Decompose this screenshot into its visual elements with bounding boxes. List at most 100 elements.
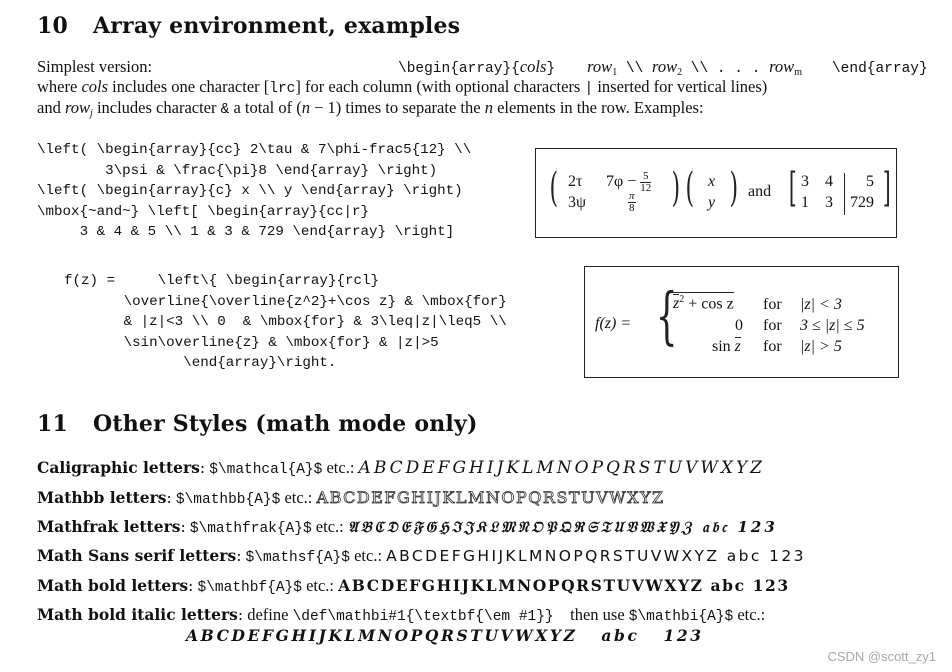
m2-r2: y [708, 194, 716, 211]
left-paren: ( [685, 165, 695, 211]
section-title: Array environment, examples [93, 13, 461, 39]
example1-code: \left( \begin{array}{cc} 2\tau & 7\phi-f… [37, 142, 472, 241]
m3-r2c2: 3 [825, 194, 833, 211]
watermark: CSDN @scott_zy1 [827, 649, 936, 664]
m3-r1c2: 4 [825, 173, 833, 190]
right-bracket: ] [882, 165, 891, 211]
n-var: n [484, 98, 493, 117]
etc-text: etc.: [322, 458, 359, 477]
text: where [37, 77, 82, 96]
fraktur-sample: 𝔄𝔅ℭ𝔇𝔈𝔉𝔊ℌℑ𝔍𝔎𝔏𝔐𝔑𝔒𝔓𝔔ℜ𝔖𝔗𝔘𝔙𝔚𝔛𝔜ℨ 𝔞𝔟𝔠 123 [347, 518, 778, 536]
lhs-f-of-z: f(z) = [595, 315, 632, 332]
style-label: Mathfrak letters [37, 517, 181, 536]
text: inserted for vertical lines) [593, 77, 768, 96]
case2-condition: 3 ≤ |z| ≤ 5 [800, 317, 865, 334]
style-row-mathbi: Math bold italic letters: define \def\ma… [37, 605, 766, 625]
then-text: then use [553, 605, 629, 624]
frac-pi-8: π8 [628, 191, 636, 214]
sin-term: sin [712, 338, 735, 355]
text: ] for each column (with optional charact… [295, 77, 585, 96]
code-begin: \begin{array}{ [398, 61, 520, 77]
style-command: $\mathsf{A}$ [245, 550, 350, 566]
style-row-mathsf: Math Sans serif letters: $\mathsf{A}$ et… [37, 546, 806, 566]
bold-italic-sample-row: ABCDEFGHIJKLMNOPQRSTUVWXYZ abc 123 [186, 626, 704, 646]
row-var: row [769, 57, 795, 76]
style-command: $\mathbi{A}$ [628, 609, 734, 625]
sans-serif-sample: ABCDEFGHIJKLMNOPQRSTUVWXYZ abc 123 [386, 547, 806, 565]
etc-text: etc.: [311, 517, 348, 536]
right-paren: ) [729, 165, 739, 211]
example1-render-box: ( 2τ 7φ − 5 12 3ψ π8 ) ( x y ) and [ 3 4 … [535, 148, 897, 238]
def-command: \def\mathbi#1{\textbf{\em #1}} [292, 609, 554, 625]
m1-r1c2-pre: 7φ − [606, 173, 641, 191]
m1-r2c1: 3ψ [568, 194, 587, 211]
style-label: Caligraphic letters [37, 458, 200, 477]
intro-syntax: \begin{array}{cols} row1 \\ row2 \\ . . .… [398, 57, 928, 78]
row-var: row [64, 98, 91, 117]
text: a total of ( [229, 98, 302, 117]
style-label: Math bold italic letters [37, 605, 238, 624]
style-row-mathbb: Mathbb letters: $\mathbb{A}$ etc.: ABCDE… [37, 488, 665, 508]
case3-for: for [763, 338, 782, 355]
row-sub: m [794, 67, 802, 78]
case2-expression: 0 [735, 317, 743, 334]
style-command: $\mathbf{A}$ [197, 580, 302, 596]
cols-var: cols [81, 77, 109, 96]
style-label: Math bold letters [37, 576, 189, 595]
case1-condition: |z| < 3 [800, 296, 842, 313]
code-close: } [546, 61, 556, 77]
case2-for: for [763, 317, 782, 334]
case3-condition: |z| > 5 [800, 338, 842, 355]
example2-code: f(z) = \left\{ \begin{array}{rcl} \overl… [64, 273, 507, 372]
denominator: 8 [629, 202, 635, 214]
text: elements in the row. Examples: [492, 98, 704, 117]
m3-r1c3: 5 [866, 173, 874, 190]
blackboard-sample: ABCDEFGHIJKLMNOPQRSTUVWXYZ [316, 488, 665, 508]
intro-label: Simplest version: [37, 57, 153, 76]
text: includes character [92, 98, 221, 117]
z-bar: z [734, 337, 741, 355]
style-row-mathbf: Math bold letters: $\mathbf{A}$ etc.: AB… [37, 576, 790, 596]
cols-var: cols [519, 57, 547, 76]
row-var: row [652, 57, 678, 76]
style-row-mathfrak: Mathfrak letters: $\mathfrak{A}$ etc.: 𝔄… [37, 517, 778, 537]
define-text: define [243, 605, 293, 624]
frac-5-12: 5 12 [640, 171, 652, 194]
and-text: and [748, 183, 772, 200]
m3-r2c1: 1 [801, 194, 809, 211]
denominator: 12 [640, 182, 652, 194]
case1-for: for [763, 296, 782, 313]
row-sep: \\ . . . [682, 61, 770, 77]
section-number: 10 [37, 13, 69, 39]
bold-italic-sample: ABCDEFGHIJKLMNOPQRSTUVWXYZ abc 123 [186, 626, 704, 645]
intro-line-1: Simplest version: [37, 57, 152, 77]
style-command: $\mathfrak{A}$ [189, 521, 312, 537]
n-var: n [301, 98, 310, 117]
case3-expression: sin z [712, 337, 741, 356]
etc-text: etc.: [301, 576, 339, 595]
example2-render-box: f(z) = { z2 + cos z for |z| < 3 0 for 3 … [584, 266, 899, 378]
bold-sample: ABCDEFGHIJKLMNOPQRSTUVWXYZ abc 123 [338, 576, 790, 595]
m3-r1c1: 3 [801, 173, 809, 190]
text: − 1) times to separate the [309, 98, 485, 117]
style-label: Math Sans serif letters [37, 546, 237, 565]
left-paren: ( [549, 165, 559, 211]
calligraphic-sample: ABCDEFGHIJKLMNOPQRSTUVWXYZ [358, 458, 765, 478]
lrc-code: lrc [269, 81, 296, 97]
m1-r1c1: 2τ [568, 173, 583, 190]
text: includes one character [ [108, 77, 270, 96]
row-sep: \\ [617, 61, 653, 77]
left-bracket: [ [788, 165, 797, 211]
etc-text: etc.: [280, 488, 317, 507]
m3-r2c3: 729 [850, 194, 874, 211]
intro-line-2: where cols includes one character [lrc] … [37, 77, 767, 97]
column-separator [844, 173, 845, 215]
row-var: row [587, 57, 613, 76]
right-paren: ) [671, 165, 681, 211]
m1-r2c2: π8 [628, 191, 636, 214]
style-row-calligraphic: Caligraphic letters: $\mathcal{A}$ etc.:… [37, 458, 765, 478]
style-command: $\mathbb{A}$ [175, 492, 281, 508]
cos-term: + cos z [684, 295, 734, 313]
etc-text: etc.: [349, 546, 387, 565]
case1-expression: z2 + cos z [673, 292, 734, 313]
